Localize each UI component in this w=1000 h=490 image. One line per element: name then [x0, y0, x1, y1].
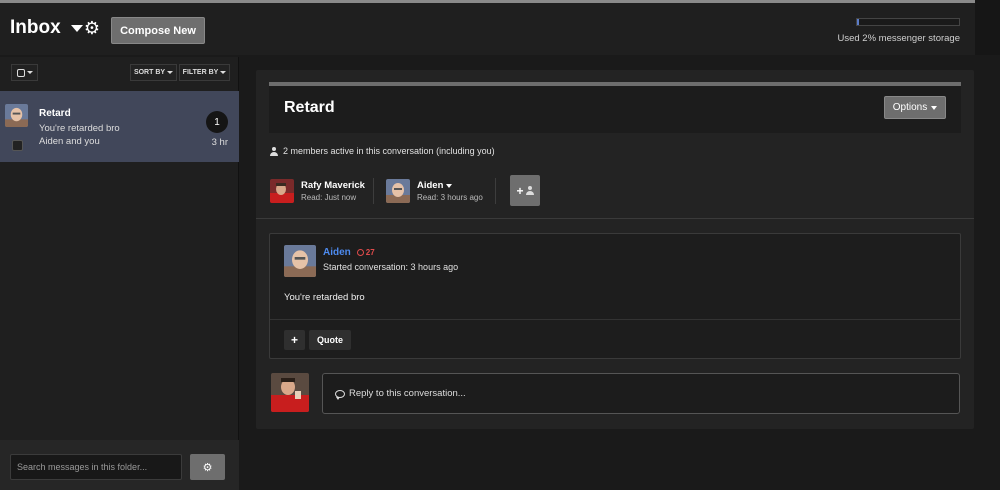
chevron-down-icon — [26, 71, 33, 74]
conversation-snippet: You're retarded bro — [39, 123, 120, 134]
quote-button[interactable]: Quote — [309, 330, 351, 350]
divider — [270, 319, 960, 320]
invite-members-button[interactable]: + — [510, 175, 540, 206]
conversation-panel: Retard Options 2 members active in this … — [256, 70, 974, 429]
message-started-time: Started conversation: 3 hours ago — [323, 262, 459, 272]
sidebar-footer: ⚙ — [0, 440, 239, 490]
member-divider — [373, 178, 374, 204]
page-title: Inbox — [10, 17, 61, 38]
avatar — [386, 179, 410, 203]
conversation-checkbox[interactable] — [12, 140, 23, 151]
chevron-down-icon — [167, 71, 174, 74]
reply-placeholder: Reply to this conversation... — [349, 388, 466, 399]
storage-usage-text: Used 2% messenger storage — [837, 33, 960, 44]
conversation-heading: Retard — [284, 99, 335, 116]
storage-progress-fill — [857, 19, 860, 25]
unread-count-badge: 1 — [206, 111, 228, 133]
sidebar-toolbar: SORT BY FILTER BY — [0, 57, 239, 90]
multi-quote-button[interactable]: + — [284, 330, 305, 350]
speech-bubble-icon — [335, 389, 345, 400]
user-icon — [525, 186, 534, 195]
member-name: Rafy Maverick — [301, 180, 365, 191]
conversation-title: Retard — [39, 108, 71, 119]
search-messages-input[interactable] — [10, 454, 182, 480]
chevron-down-icon — [220, 71, 227, 74]
avatar — [5, 104, 28, 127]
conversation-header: Retard Options — [269, 82, 961, 133]
member-divider — [495, 178, 496, 204]
active-members-line: 2 members active in this conversation (i… — [270, 146, 495, 156]
compose-new-button[interactable]: Compose New — [111, 17, 205, 44]
active-members-text: 2 members active in this conversation (i… — [283, 146, 495, 156]
member-name: Aiden — [417, 180, 444, 191]
message-post: Aiden 27 Started conversation: 3 hours a… — [269, 233, 961, 359]
member-read-status: Read: 3 hours ago — [417, 193, 483, 202]
avatar — [271, 373, 309, 412]
sort-by-button[interactable]: SORT BY — [130, 64, 177, 81]
author-name: Aiden — [323, 247, 351, 258]
plus-icon: + — [516, 183, 524, 198]
filter-by-label: FILTER BY — [182, 69, 219, 76]
storage-progress-bar — [856, 18, 960, 26]
divider — [256, 218, 974, 219]
conversation-time: 3 hr — [211, 137, 228, 148]
reply-input[interactable]: Reply to this conversation... — [322, 373, 960, 414]
chevron-down-icon — [446, 183, 453, 188]
chevron-down-icon — [931, 105, 938, 110]
chevron-down-icon — [70, 24, 83, 32]
conversation-sidebar: SORT BY FILTER BY Retard You're retarded… — [0, 57, 239, 490]
filter-by-button[interactable]: FILTER BY — [179, 64, 230, 81]
checkbox-icon — [16, 68, 25, 77]
member-rafy-maverick[interactable]: Rafy Maverick Read: Just now — [270, 178, 365, 204]
settings-gear-icon[interactable]: ⚙ — [82, 18, 102, 38]
search-options-gear-icon[interactable]: ⚙ — [190, 454, 225, 480]
top-header: Inbox ⚙ Compose New Used 2% messenger st… — [0, 0, 975, 55]
member-read-status: Read: Just now — [301, 193, 357, 202]
reputation-value: 27 — [365, 248, 375, 257]
sort-by-label: SORT BY — [133, 69, 166, 76]
conversation-list-item[interactable]: Retard You're retarded bro Aiden and you… — [0, 91, 239, 162]
user-icon — [270, 146, 278, 156]
options-label: Options — [892, 102, 928, 113]
header-edge — [975, 0, 1000, 55]
member-aiden[interactable]: Aiden Read: 3 hours ago — [386, 178, 483, 204]
conversation-members: Aiden and you — [39, 136, 100, 147]
message-author[interactable]: Aiden 27 — [323, 247, 375, 258]
options-button[interactable]: Options — [884, 96, 946, 119]
member-name-dropdown[interactable]: Aiden — [417, 180, 483, 191]
reputation-icon — [356, 249, 364, 256]
inbox-menu[interactable]: Inbox — [10, 17, 83, 39]
message-body: You're retarded bro — [284, 292, 365, 303]
reputation-badge: 27 — [356, 248, 375, 257]
avatar — [284, 245, 316, 277]
avatar — [270, 179, 294, 203]
select-all-dropdown[interactable] — [11, 64, 38, 81]
